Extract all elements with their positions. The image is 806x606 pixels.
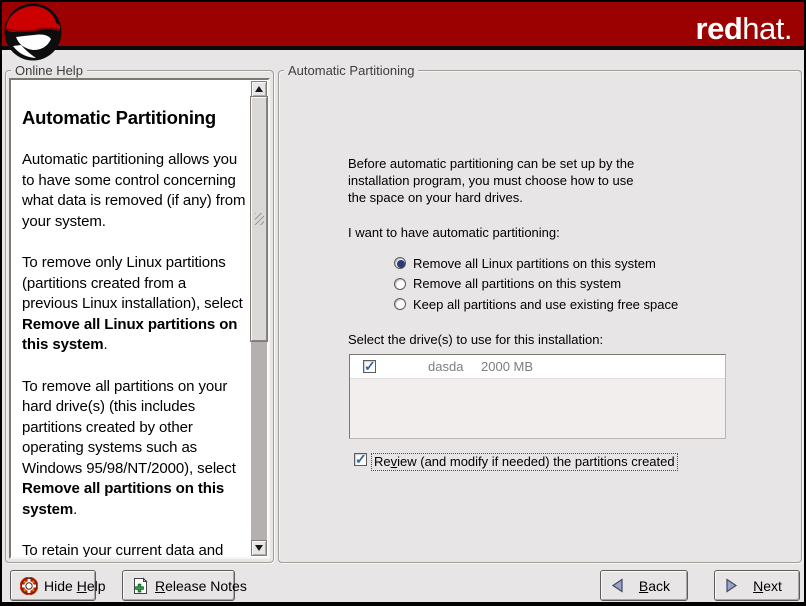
- next-button[interactable]: Next: [714, 570, 800, 601]
- review-checkbox-label[interactable]: Review (and modify if needed) the partit…: [371, 453, 678, 471]
- drive-name: dasda: [428, 359, 463, 374]
- review-checkbox-row[interactable]: Review (and modify if needed) the partit…: [354, 453, 678, 471]
- help-paragraph: To retain your current data and: [22, 541, 246, 557]
- drives-prompt: Select the drive(s) to use for this inst…: [348, 331, 603, 348]
- help-panel: Automatic Partitioning Automatic partiti…: [9, 78, 270, 559]
- life-preserver-icon: [20, 577, 38, 595]
- next-label: Next: [745, 578, 790, 594]
- help-paragraphs: Automatic partitioning allows you to hav…: [22, 150, 246, 557]
- banner: [2, 2, 804, 50]
- back-label: Back: [631, 578, 678, 594]
- hide-help-label: Hide Help: [44, 578, 106, 594]
- release-notes-button[interactable]: Release Notes: [122, 570, 235, 601]
- radio-group: Remove all Linux partitions on this syst…: [394, 253, 678, 315]
- radio-option-keep_free_space[interactable]: Keep all partitions and use existing fre…: [394, 294, 678, 315]
- radio-button-icon[interactable]: [394, 298, 406, 310]
- help-text-area: Automatic Partitioning Automatic partiti…: [12, 80, 250, 557]
- help-paragraph: To remove only Linux partitions (partiti…: [22, 253, 246, 356]
- scroll-grip-icon: [255, 213, 264, 225]
- online-help-frame: Online Help Automatic Partitioning Autom…: [5, 70, 274, 563]
- back-button[interactable]: Back: [600, 570, 688, 601]
- online-help-frame-label: Online Help: [11, 63, 87, 78]
- help-paragraph: To remove all partitions on your hard dr…: [22, 377, 246, 521]
- arrow-down-icon: [255, 545, 263, 551]
- radio-button-icon[interactable]: [394, 278, 406, 290]
- radio-option-label: Remove all Linux partitions on this syst…: [413, 255, 656, 272]
- drive-checkbox[interactable]: [363, 360, 376, 373]
- main-panel-frame: Automatic Partitioning: [278, 70, 802, 563]
- scroll-track[interactable]: [251, 97, 267, 540]
- drive-size: 2000 MB: [481, 359, 533, 374]
- help-scrollbar[interactable]: [251, 81, 267, 556]
- radio-option-remove_linux[interactable]: Remove all Linux partitions on this syst…: [394, 253, 678, 274]
- arrow-up-icon: [255, 86, 263, 92]
- intro-text: Before automatic partitioning can be set…: [348, 155, 634, 206]
- radio-button-icon[interactable]: [394, 257, 406, 269]
- radio-prompt: I want to have automatic partitioning:: [348, 224, 560, 241]
- hide-help-button[interactable]: Hide Help: [10, 570, 96, 601]
- main-panel-frame-label: Automatic Partitioning: [284, 63, 418, 78]
- arrow-left-icon: [610, 578, 625, 593]
- scroll-thumb[interactable]: [251, 97, 267, 341]
- redhat-shadowman-logo-icon: [3, 2, 65, 64]
- help-paragraph: Automatic partitioning allows you to hav…: [22, 150, 246, 232]
- installer-window: redhat. Online Help Automatic Partitioni…: [0, 0, 806, 606]
- scroll-up-button[interactable]: [251, 81, 267, 97]
- release-notes-icon: [132, 577, 149, 595]
- drive-list: dasda 2000 MB: [349, 354, 726, 439]
- scroll-down-button[interactable]: [251, 540, 267, 556]
- review-checkbox[interactable]: [354, 453, 367, 466]
- help-title: Automatic Partitioning: [22, 107, 246, 129]
- drive-row-dasda[interactable]: dasda 2000 MB: [350, 355, 725, 379]
- arrow-right-icon: [724, 578, 739, 593]
- redhat-wordmark: redhat.: [696, 8, 792, 48]
- release-notes-label: Release Notes: [155, 578, 247, 594]
- radio-option-remove_all[interactable]: Remove all partitions on this system: [394, 274, 678, 295]
- radio-option-label: Remove all partitions on this system: [413, 275, 621, 292]
- radio-option-label: Keep all partitions and use existing fre…: [413, 296, 678, 313]
